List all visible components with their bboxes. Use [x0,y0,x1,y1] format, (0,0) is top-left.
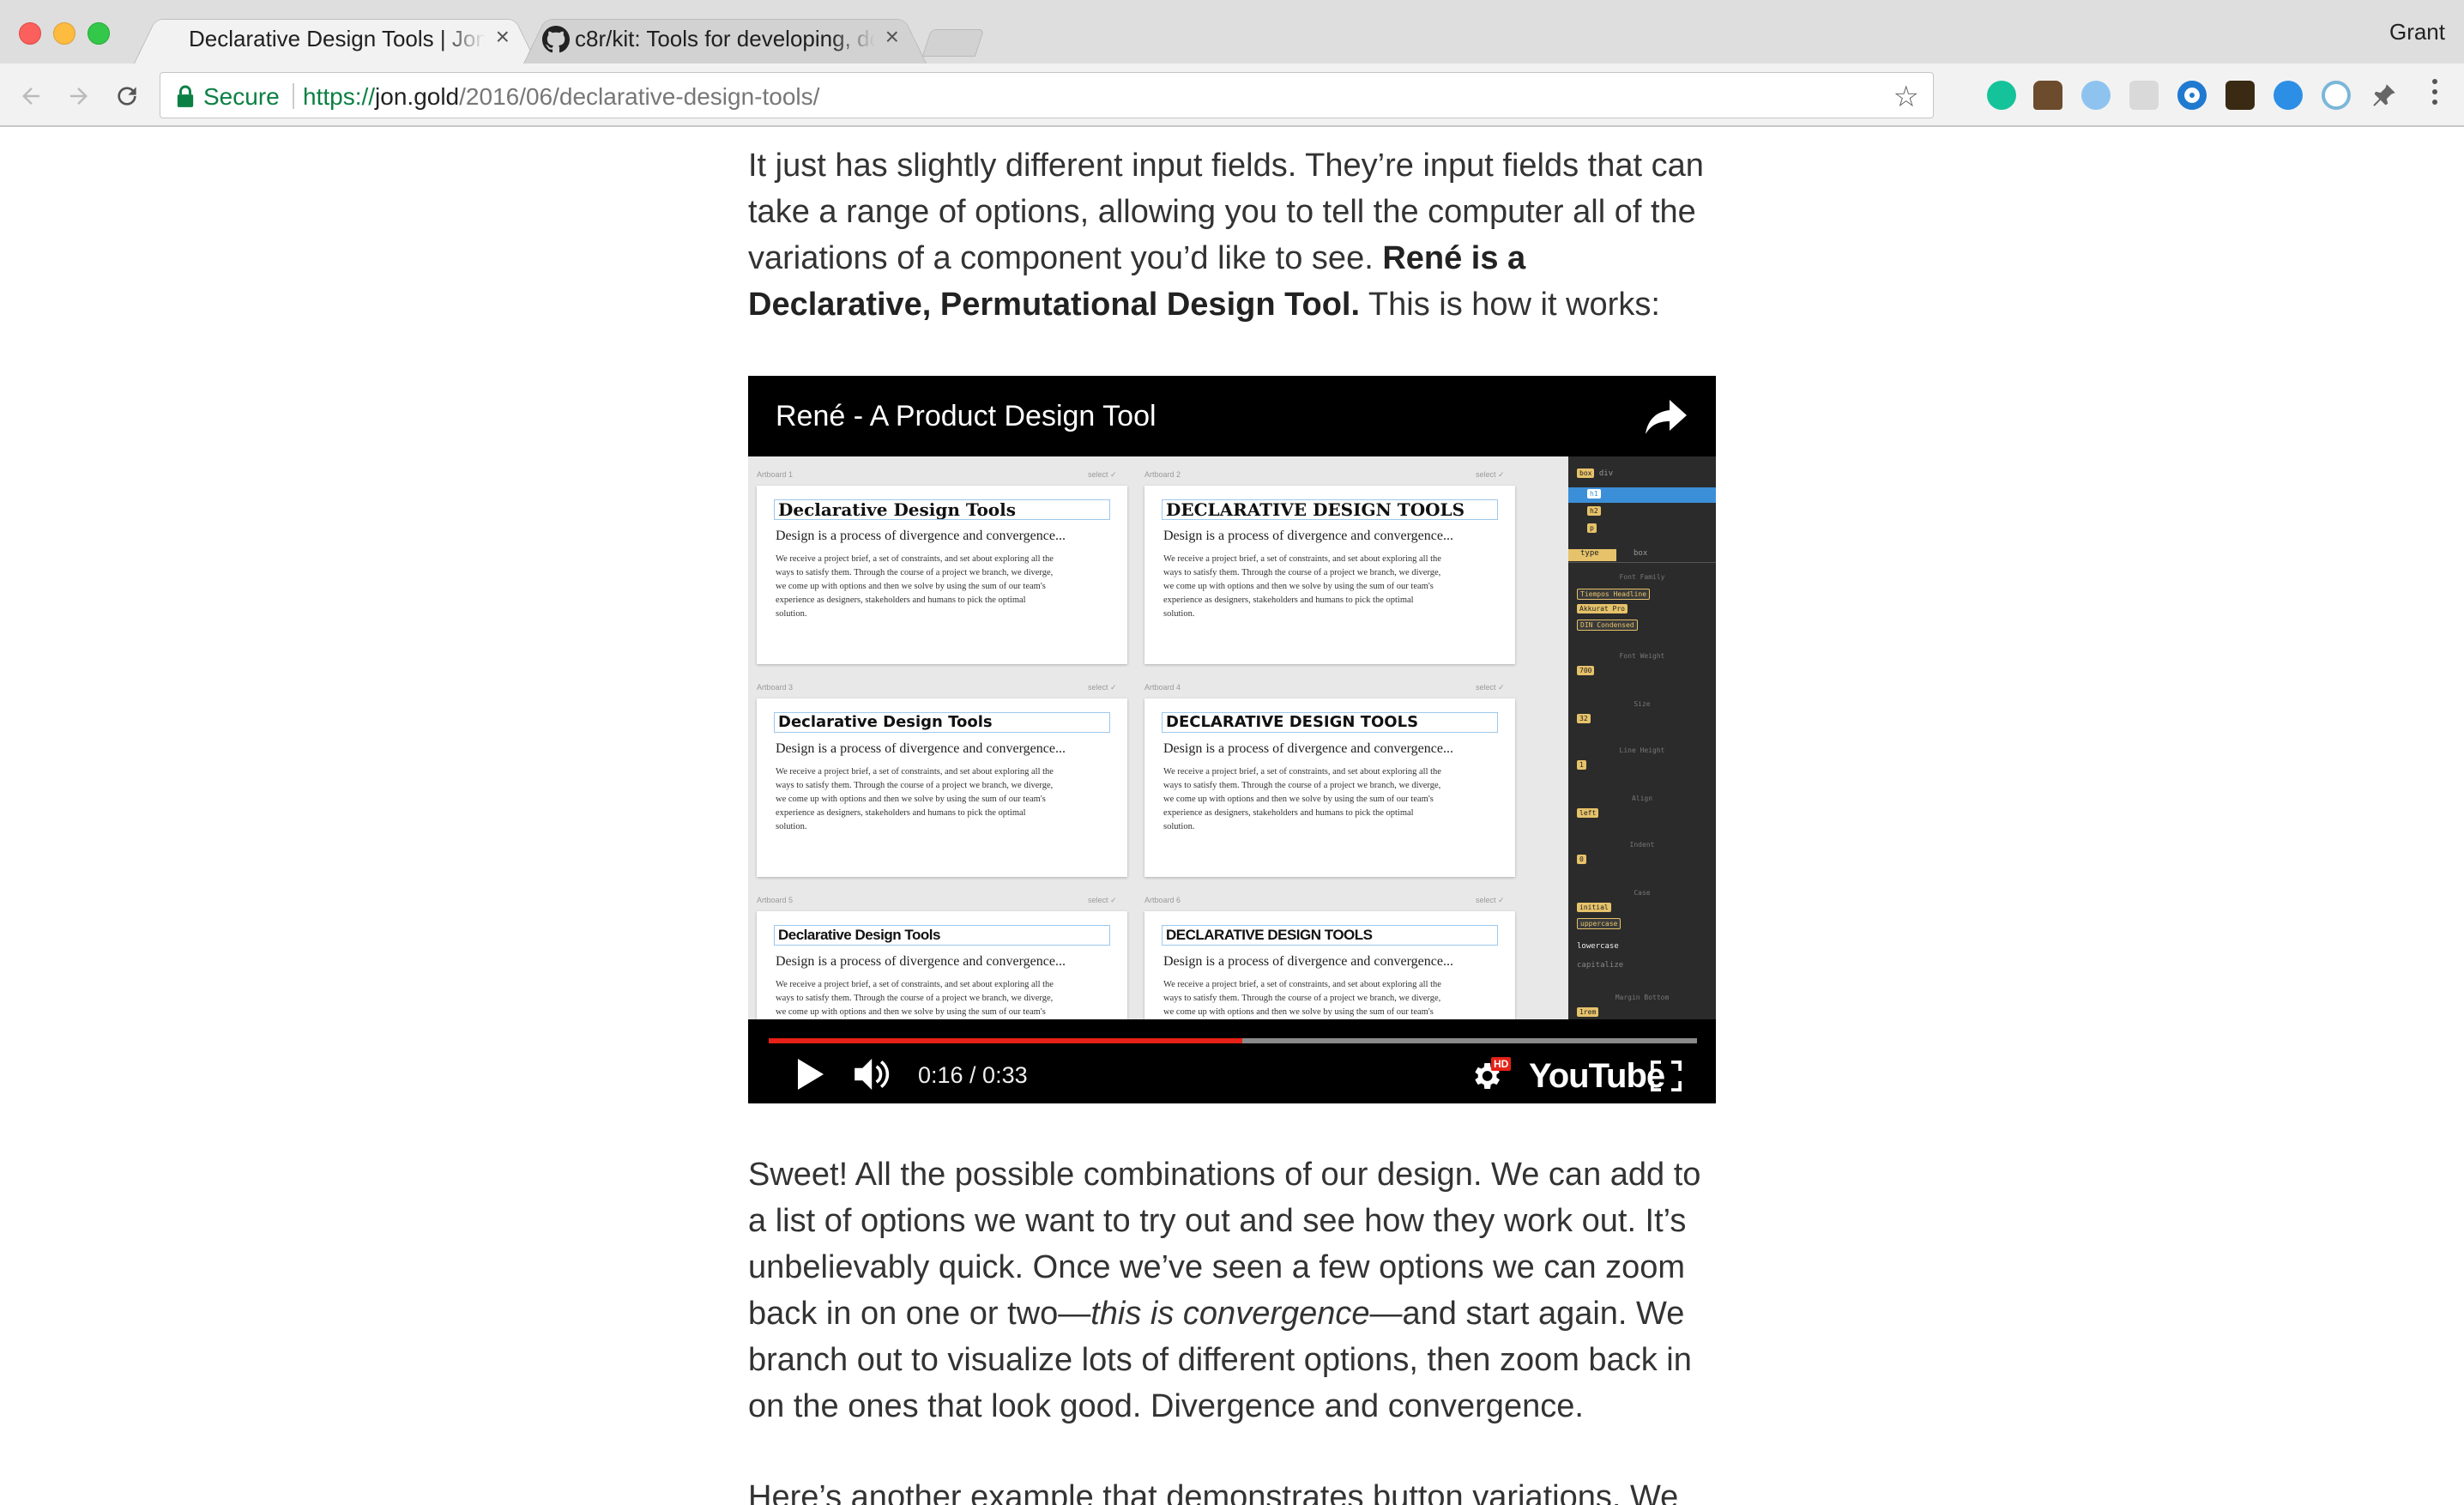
artboard-subheading: Design is a process of divergence and co… [776,954,1066,969]
artboard-heading: Declarative Design Tools [774,712,1110,733]
artboard-body: We receive a project brief, a set of con… [1163,767,1441,831]
menu-icon[interactable] [2431,79,2438,112]
tab-c8r-kit[interactable]: c8r/kit: Tools for developing, documenti… [523,12,927,64]
artboard-heading: DECLARATIVE DESIGN TOOLS [1162,499,1498,520]
toolbar: Secure https://jon.gold/2016/06/declarat… [0,63,2464,127]
tab-title: Declarative Design Tools | Jon Gold [189,26,486,51]
close-window-button[interactable] [19,22,41,45]
properties-panel: box div h1 h2 p type box Font Family Tie… [1568,456,1716,1019]
artboard[interactable]: Declarative Design Tools Design is a proc… [757,911,1127,1019]
r-icon[interactable] [2129,81,2159,110]
secure-label: Secure [203,83,280,110]
new-tab-button[interactable] [921,29,985,57]
artboard-select[interactable]: select ✓ [1088,896,1117,905]
artboard-body: We receive a project brief, a set of con… [776,980,1054,1017]
artboard-grid: Artboard 1 select ✓ Declarative Design Too… [748,456,1568,1019]
artboard-label: Artboard 1 [757,470,794,479]
artboard-subheading: Design is a process of divergence and co… [1163,741,1453,756]
url-text[interactable]: https://jon.gold/2016/06/declarative-des… [303,83,819,111]
youtube-logo[interactable]: YouTube [1529,1057,1665,1096]
artboard-body: We receive a project brief, a set of con… [776,767,1054,831]
tab-title: c8r/kit: Tools for developing, documenti… [575,26,875,51]
artboard-subheading: Design is a process of divergence and co… [1163,954,1453,969]
video-embed[interactable]: René - A Product Design Tool Artboard 1 s… [748,376,1716,1103]
artboard-select[interactable]: select ✓ [1088,683,1117,692]
artboard[interactable]: Declarative Design Tools Design is a proc… [757,486,1127,664]
target-icon[interactable] [2322,81,2351,110]
grammarly-icon[interactable] [1987,81,2016,110]
video-frame[interactable]: Artboard 1 select ✓ Declarative Design Too… [748,456,1716,1019]
article-paragraph: It just has slightly different input fie… [748,148,1704,323]
artboard-subheading: Design is a process of divergence and co… [776,529,1066,543]
reload-icon [118,87,136,106]
minimize-window-button[interactable] [53,22,75,45]
artboard-heading: Declarative Design Tools [774,499,1110,520]
artboard-select[interactable]: select ✓ [1088,470,1117,480]
artboard-heading: Declarative Design Tools [774,925,1110,946]
reload-button[interactable] [110,79,144,113]
tab-box: box [1634,549,1648,558]
back-button[interactable] [14,79,48,113]
artboard-label: Artboard 2 [1144,470,1181,479]
artboard-select[interactable]: select ✓ [1476,683,1505,692]
divider [293,83,294,109]
profile-name[interactable]: Grant [2389,19,2445,45]
fullscreen-icon[interactable] [1651,1061,1682,1091]
article-paragraph: Here’s another example that demonstrates… [748,1479,1679,1505]
circle-icon[interactable] [2177,81,2207,110]
artboard-heading: DECLARATIVE DESIGN TOOLS [1162,712,1498,733]
github-icon [542,26,570,53]
bookmark-star-icon[interactable]: ☆ [1893,80,1919,114]
arrow-right-icon [70,88,88,105]
tab-type: type [1568,549,1616,561]
forward-button[interactable] [62,79,96,113]
play-icon[interactable] [798,1059,824,1090]
artboard-subheading: Design is a process of divergence and co… [776,741,1066,756]
artboard[interactable]: DECLARATIVE DESIGN TOOLS Design is a proc… [1144,486,1515,664]
tab-close-button[interactable]: × [496,24,510,50]
artboard-heading: DECLARATIVE DESIGN TOOLS [1162,925,1498,946]
extension-icon[interactable] [2033,81,2062,110]
volume-icon[interactable] [855,1057,892,1091]
player-controls: 0:16 / 0:33 HD YouTube [748,1019,1716,1103]
lock-icon [177,85,194,107]
artboard-body: We receive a project brief, a set of con… [1163,980,1441,1017]
pen-icon[interactable] [2081,81,2111,110]
artboard[interactable]: DECLARATIVE DESIGN TOOLS Design is a proc… [1144,911,1515,1019]
share-icon[interactable] [1646,400,1687,434]
artboard[interactable]: DECLARATIVE DESIGN TOOLS Design is a proc… [1144,698,1515,877]
artboard-select[interactable]: select ✓ [1476,896,1505,905]
artboard-label: Artboard 6 [1144,896,1181,904]
artboard-select[interactable]: select ✓ [1476,470,1505,480]
hd-badge: HD [1491,1057,1512,1071]
artboard-body: We receive a project brief, a set of con… [1163,554,1441,619]
artboard[interactable]: Declarative Design Tools Design is a proc… [757,698,1127,877]
arrow-left-icon [22,88,39,105]
artboard-label: Artboard 3 [757,683,794,692]
progress-bar[interactable] [769,1038,1697,1043]
artboard-body: We receive a project brief, a set of con… [776,554,1054,619]
artboard-subheading: Design is a process of divergence and co… [1163,529,1453,543]
italic-text: this is convergence [1090,1296,1370,1332]
tab-declarative-design-tools[interactable]: Declarative Design Tools | Jon Gold × [134,12,537,64]
artboard-label: Artboard 5 [757,896,794,904]
artboard-label: Artboard 4 [1144,683,1181,692]
address-bar[interactable]: Secure https://jon.gold/2016/06/declarat… [160,72,1934,118]
title-bar: Declarative Design Tools | Jon Gold × c8… [0,0,2464,64]
tab-close-button[interactable]: × [885,24,899,50]
time-display: 0:16 / 0:33 [918,1062,1028,1088]
pin-icon[interactable] [2370,81,2399,110]
video-title[interactable]: René - A Product Design Tool [776,400,1157,433]
blue-circle-icon[interactable] [2274,81,2303,110]
maximize-window-button[interactable] [88,22,110,45]
k-icon[interactable] [2225,81,2255,110]
article-paragraph: Sweet! All the possible combinations of … [748,1157,1701,1424]
